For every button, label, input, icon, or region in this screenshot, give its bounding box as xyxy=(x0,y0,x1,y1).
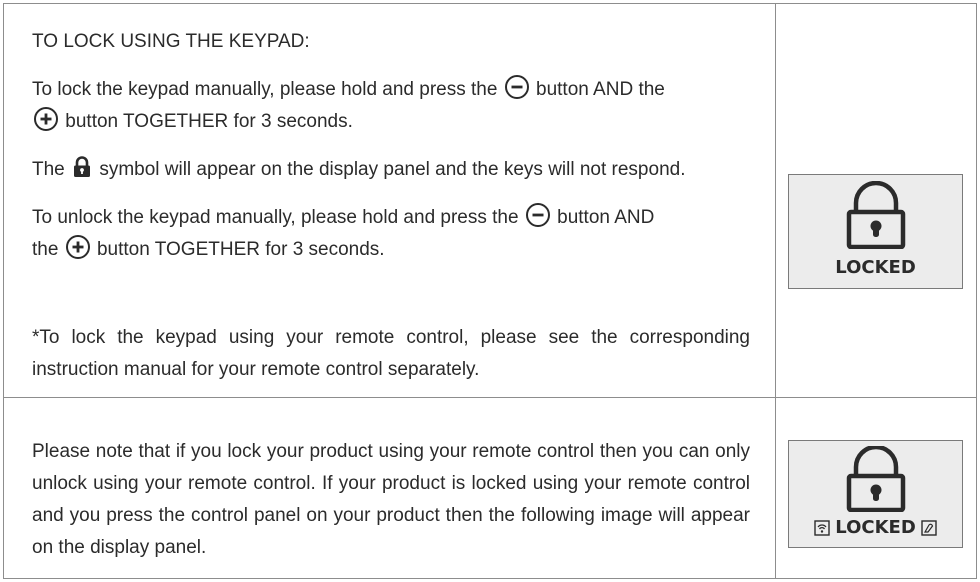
padlock-icon xyxy=(73,156,91,189)
locked-display-panel: LOCKED xyxy=(788,174,963,289)
remote-control-note: *To lock the keypad using your remote co… xyxy=(32,327,750,380)
remote-locked-display-panel: LOCKED xyxy=(788,440,963,548)
remote-hand-icon xyxy=(921,520,937,541)
remote-lock-text-cell: Please note that if you lock your produc… xyxy=(4,398,775,578)
locked-label: LOCKED xyxy=(835,517,916,538)
minus-circle-icon xyxy=(525,203,550,227)
lock-instruction-line-1: To lock the keypad manually, please hold… xyxy=(32,74,665,106)
padlock-icon xyxy=(846,446,905,512)
unlock-instruction-line-2: the button TOGETHER for 3 seconds. xyxy=(32,234,385,266)
minus-circle-icon xyxy=(504,75,529,99)
remote-signal-icon xyxy=(814,520,830,541)
keypad-lock-row: TO LOCK USING THE KEYPAD: To lock the ke… xyxy=(4,4,976,398)
remote-lock-paragraph: Please note that if you lock your produc… xyxy=(32,441,750,558)
remote-lock-image-cell: LOCKED xyxy=(775,398,976,578)
instruction-table: TO LOCK USING THE KEYPAD: To lock the ke… xyxy=(3,3,977,579)
plus-circle-icon xyxy=(34,107,58,131)
keypad-lock-text-cell: TO LOCK USING THE KEYPAD: To lock the ke… xyxy=(4,4,775,397)
keypad-lock-image-cell: LOCKED xyxy=(775,4,976,397)
unlock-instruction-line-1: To unlock the keypad manually, please ho… xyxy=(32,202,654,234)
symbol-instruction: The symbol will appear on the display pa… xyxy=(32,154,685,189)
section-heading: TO LOCK USING THE KEYPAD: xyxy=(32,31,310,52)
padlock-icon xyxy=(846,181,905,249)
plus-circle-icon xyxy=(65,235,90,259)
lock-instruction-line-2: button TOGETHER for 3 seconds. xyxy=(32,106,353,138)
remote-lock-row: Please note that if you lock your produc… xyxy=(4,398,976,578)
locked-label: LOCKED xyxy=(835,257,916,278)
locked-status-line: LOCKED xyxy=(789,517,962,541)
